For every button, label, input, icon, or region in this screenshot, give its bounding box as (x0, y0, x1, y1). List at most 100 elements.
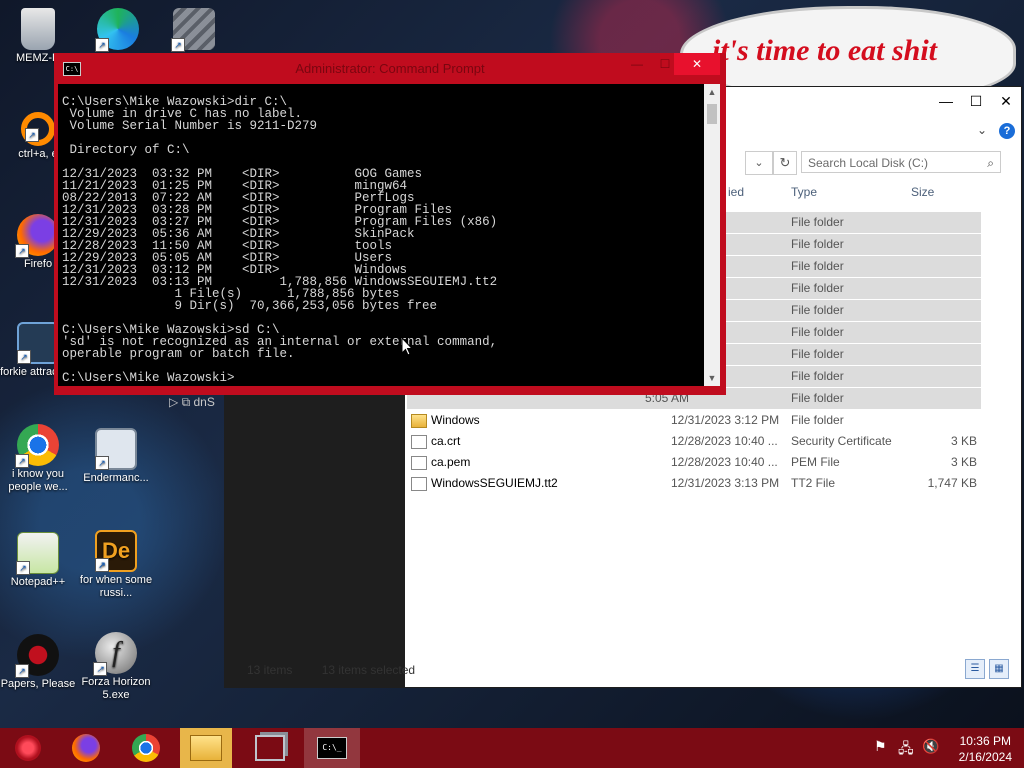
scroll-down-icon[interactable]: ▼ (704, 370, 720, 386)
taskbar-cmd[interactable]: C:\_ (304, 728, 360, 768)
taskbar-chrome[interactable] (118, 728, 174, 768)
command-prompt-window[interactable]: C:\ Administrator: Command Prompt — ☐ ✕ … (54, 53, 726, 395)
desktop-icon-papers-please[interactable]: ↗ Papers, Please (0, 634, 76, 691)
file-explorer-icon (190, 735, 222, 761)
taskbar: C:\_ ⚑ 🖧 🔇 10:36 PM 2/16/2024 (0, 728, 1024, 768)
taskbar-firefox[interactable] (58, 728, 114, 768)
search-placeholder: Search Local Disk (C:) (808, 156, 929, 170)
flag-icon[interactable]: ⚑ (874, 738, 887, 755)
desktop-icon-notepadpp[interactable]: ↗ Notepad++ (0, 532, 76, 589)
file-size: 3 KB (950, 455, 977, 469)
file-date: 12/28/2023 10:40 ... (671, 434, 778, 448)
file-name: ca.crt (431, 434, 461, 448)
console-output[interactable]: C:\Users\Mike Wazowski>dir C:\ Volume in… (58, 84, 704, 386)
shortcut-icon: ↗ (21, 112, 55, 146)
file-type: File folder (791, 369, 844, 383)
minimize-icon[interactable]: — (624, 53, 650, 75)
app-icon: ↗ (17, 322, 59, 364)
file-type: File folder (791, 347, 844, 361)
file-icon (411, 477, 427, 491)
file-type: File folder (791, 259, 844, 273)
mouse-cursor-icon (401, 337, 413, 356)
close-icon[interactable]: ✕ (674, 53, 720, 75)
refresh-icon[interactable]: ↻ (773, 151, 797, 175)
search-input[interactable]: Search Local Disk (C:) ⌕ (801, 151, 1001, 173)
column-header-modified[interactable]: ied (728, 185, 744, 199)
file-type: TT2 File (791, 476, 836, 490)
table-row[interactable]: Windows 12/31/2023 3:12 PM File folder (407, 410, 981, 431)
taskbar-task-view[interactable] (242, 728, 298, 768)
folder-icon (411, 414, 427, 428)
wallpaper-speech-text: it's time to eat shit (712, 34, 938, 67)
search-icon: ⌕ (987, 156, 994, 170)
file-size: 1,747 KB (927, 476, 977, 490)
chrome-icon: ↗ (15, 424, 59, 468)
column-header-type[interactable]: Type (791, 185, 817, 199)
scroll-up-icon[interactable]: ▲ (704, 84, 720, 100)
minimize-icon[interactable]: — (931, 87, 961, 115)
file-type: File folder (791, 391, 844, 405)
nav-item-label: dnS (193, 395, 215, 409)
recycle-bin-icon (21, 8, 55, 50)
volume-muted-icon[interactable]: 🔇 (922, 738, 939, 755)
large-icons-view-icon[interactable]: ▦ (989, 659, 1009, 679)
chrome-icon (132, 734, 160, 762)
file-icon (411, 435, 427, 449)
console-scrollbar[interactable]: ▲ ▼ (704, 84, 720, 386)
file-date: 12/28/2023 10:40 ... (671, 455, 778, 469)
desktop-icon-endermanc[interactable]: ↗ Endermanc... (78, 428, 154, 485)
desktop-icon-label: i know you people we... (8, 468, 68, 493)
maximize-icon[interactable]: ☐ (961, 87, 991, 115)
desktop-icon-label: Notepad++ (10, 576, 66, 588)
file-date: 12/31/2023 3:13 PM (671, 476, 780, 490)
system-clock[interactable]: 10:36 PM 2/16/2024 (959, 733, 1012, 765)
console-text: C:\Users\Mike Wazowski>dir C:\ Volume in… (62, 95, 498, 385)
file-name: Windows (431, 413, 480, 427)
firefox-icon (72, 734, 100, 762)
file-type: File folder (791, 325, 844, 339)
desktop-icon-chrome[interactable]: ↗ i know you people we... (0, 424, 76, 494)
network-icon[interactable]: 🖧 (898, 738, 914, 762)
clock-date: 2/16/2024 (958, 750, 1012, 764)
windows-stack-icon: ↗ (171, 8, 215, 52)
desktop-icon-label: Forza Horizon 5.exe (81, 676, 151, 701)
status-item-count: 13 items (247, 663, 293, 677)
address-dropdown-chevron-icon[interactable]: ⌄ (745, 151, 773, 175)
table-row[interactable]: ca.crt 12/28/2023 10:40 ... Security Certi… (407, 431, 981, 452)
start-button[interactable] (0, 728, 56, 768)
help-icon[interactable]: ? (999, 123, 1015, 139)
scrollbar-thumb[interactable] (707, 104, 717, 124)
cmd-icon: C:\_ (317, 737, 347, 759)
file-type: PEM File (791, 455, 840, 469)
desktop-icon-label: Endermanc... (83, 472, 149, 484)
file-icon (411, 456, 427, 470)
desktop-icon-edge[interactable]: ↗ (80, 8, 156, 52)
flash-icon: f ↗ (93, 632, 137, 676)
table-row[interactable]: WindowsSEGUIEMJ.tt2 12/31/2023 3:13 PM TT2… (407, 473, 981, 494)
taskbar-file-explorer[interactable] (180, 728, 232, 768)
status-selected-count: 13 items selected (321, 663, 416, 677)
desktop-icon-stack[interactable]: ↗ (156, 8, 232, 52)
start-icon (15, 735, 41, 761)
expand-arrow-icon: ▷ ⧉ (169, 395, 194, 409)
desktop-icon-label: Papers, Please (0, 678, 76, 690)
de-icon: De ↗ (95, 530, 137, 572)
status-bar: 13 items 13 items selected (247, 663, 441, 677)
papers-please-icon: ↗ (15, 634, 59, 678)
nav-item[interactable]: ▷ ⧉ dnS (169, 395, 215, 410)
desktop-icon-forza[interactable]: f ↗ Forza Horizon 5.exe (78, 632, 154, 702)
file-name: ca.pem (431, 455, 471, 469)
details-view-icon[interactable]: ☰ (965, 659, 985, 679)
file-size: 3 KB (950, 434, 977, 448)
chevron-down-icon[interactable]: ⌄ (977, 123, 987, 137)
close-icon[interactable]: ✕ (991, 87, 1021, 115)
table-row[interactable]: ca.pem 12/28/2023 10:40 ... PEM File 3 KB (407, 452, 981, 473)
desktop-icon-label: for when some russi... (79, 574, 153, 599)
file-type: File folder (791, 303, 844, 317)
file-type: File folder (791, 281, 844, 295)
column-header-size[interactable]: Size (911, 185, 934, 199)
window-app-icon: ↗ (95, 428, 137, 470)
file-type: File folder (791, 215, 844, 229)
file-type: File folder (791, 413, 844, 427)
desktop-icon-de[interactable]: De ↗ for when some russi... (78, 530, 154, 600)
